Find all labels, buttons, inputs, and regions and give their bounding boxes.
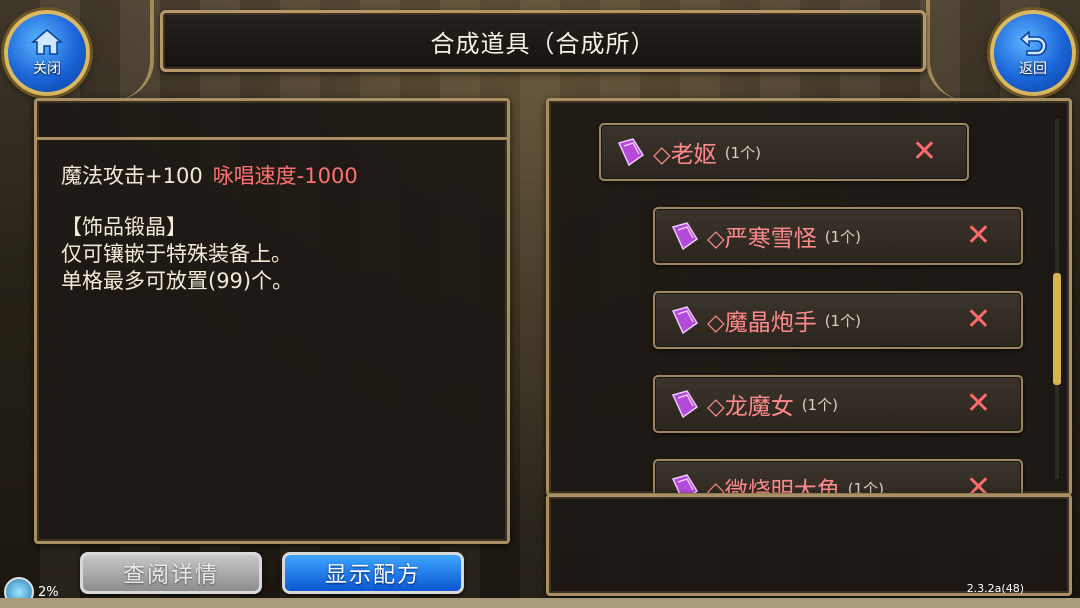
- close-button[interactable]: 关闭: [4, 10, 90, 96]
- return-arrow-icon: [1019, 30, 1047, 56]
- home-icon: [31, 29, 63, 55]
- material-count: (1个): [801, 395, 838, 414]
- material-item[interactable]: ◇老妪 (1个) ✕: [599, 123, 969, 181]
- material-name: ◇龙魔女: [707, 394, 794, 420]
- item-description: 魔法攻击+100 咏唱速度-1000 【饰品锻晶】 仅可镶嵌于特殊装备上。 单格最…: [61, 163, 358, 295]
- version-label: 2.3.2a(48): [966, 582, 1024, 595]
- remove-material-icon[interactable]: ✕: [912, 137, 937, 167]
- back-label: 返回: [1019, 61, 1047, 77]
- remove-material-icon[interactable]: ✕: [966, 473, 991, 494]
- description-line-1: 仅可镶嵌于特殊装备上。: [61, 242, 292, 266]
- material-item[interactable]: ◇龙魔女 (1个) ✕: [653, 375, 1023, 433]
- remove-material-icon[interactable]: ✕: [966, 389, 991, 419]
- material-item[interactable]: ◇微烧明大角 (1个) ✕: [653, 459, 1023, 496]
- crystal-gem-icon: [671, 306, 699, 335]
- material-item[interactable]: ◇严寒雪怪 (1个) ✕: [653, 207, 1023, 265]
- description-line-2: 单格最多可放置(99)个。: [61, 269, 294, 293]
- stat-magic-attack: 魔法攻击+100: [61, 164, 203, 188]
- crystal-gem-icon: [671, 474, 699, 493]
- show-recipe-button[interactable]: 显示配方: [282, 552, 464, 594]
- crystal-gem-icon: [671, 222, 699, 251]
- item-description-panel: 魔法攻击+100 咏唱速度-1000 【饰品锻晶】 仅可镶嵌于特殊装备上。 单格最…: [34, 98, 510, 544]
- bottom-border: [0, 598, 1080, 608]
- close-label: 关闭: [33, 61, 61, 77]
- stat-cast-speed: 咏唱速度-1000: [212, 164, 358, 188]
- material-item[interactable]: ◇魔晶炮手 (1个) ✕: [653, 291, 1023, 349]
- back-button[interactable]: 返回: [990, 10, 1076, 96]
- material-count: (1个): [824, 227, 861, 246]
- remove-material-icon[interactable]: ✕: [966, 305, 991, 335]
- material-name: ◇魔晶炮手: [707, 310, 817, 336]
- description-header-bar: [37, 101, 507, 140]
- page-title: 合成道具（合成所）: [430, 29, 656, 58]
- material-name: ◇微烧明大角: [707, 478, 840, 496]
- remove-material-icon[interactable]: ✕: [966, 221, 991, 251]
- show-recipe-label: 显示配方: [324, 563, 421, 588]
- material-count: (1个): [724, 143, 761, 162]
- scrollbar-thumb[interactable]: [1053, 273, 1061, 385]
- materials-list-panel[interactable]: ◇老妪 (1个) ✕ ◇严寒雪怪 (1个) ✕ ◇魔晶炮手 (1个) ✕ ◇龙魔…: [546, 98, 1072, 496]
- view-details-label: 查阅详情: [122, 563, 219, 588]
- left-ornament: [90, 0, 154, 100]
- material-count: (1个): [824, 311, 861, 330]
- stat-line: 魔法攻击+100 咏唱速度-1000: [61, 163, 358, 190]
- item-category: 【饰品锻晶】: [61, 215, 187, 239]
- view-details-button[interactable]: 查阅详情: [80, 552, 262, 594]
- right-ornament: [926, 0, 990, 100]
- material-name: ◇严寒雪怪: [707, 226, 817, 252]
- crystal-gem-icon: [671, 390, 699, 419]
- crystal-gem-icon: [617, 138, 645, 167]
- material-name: ◇老妪: [653, 142, 717, 168]
- title-bar: 合成道具（合成所）: [160, 10, 926, 72]
- result-panel: [546, 494, 1072, 596]
